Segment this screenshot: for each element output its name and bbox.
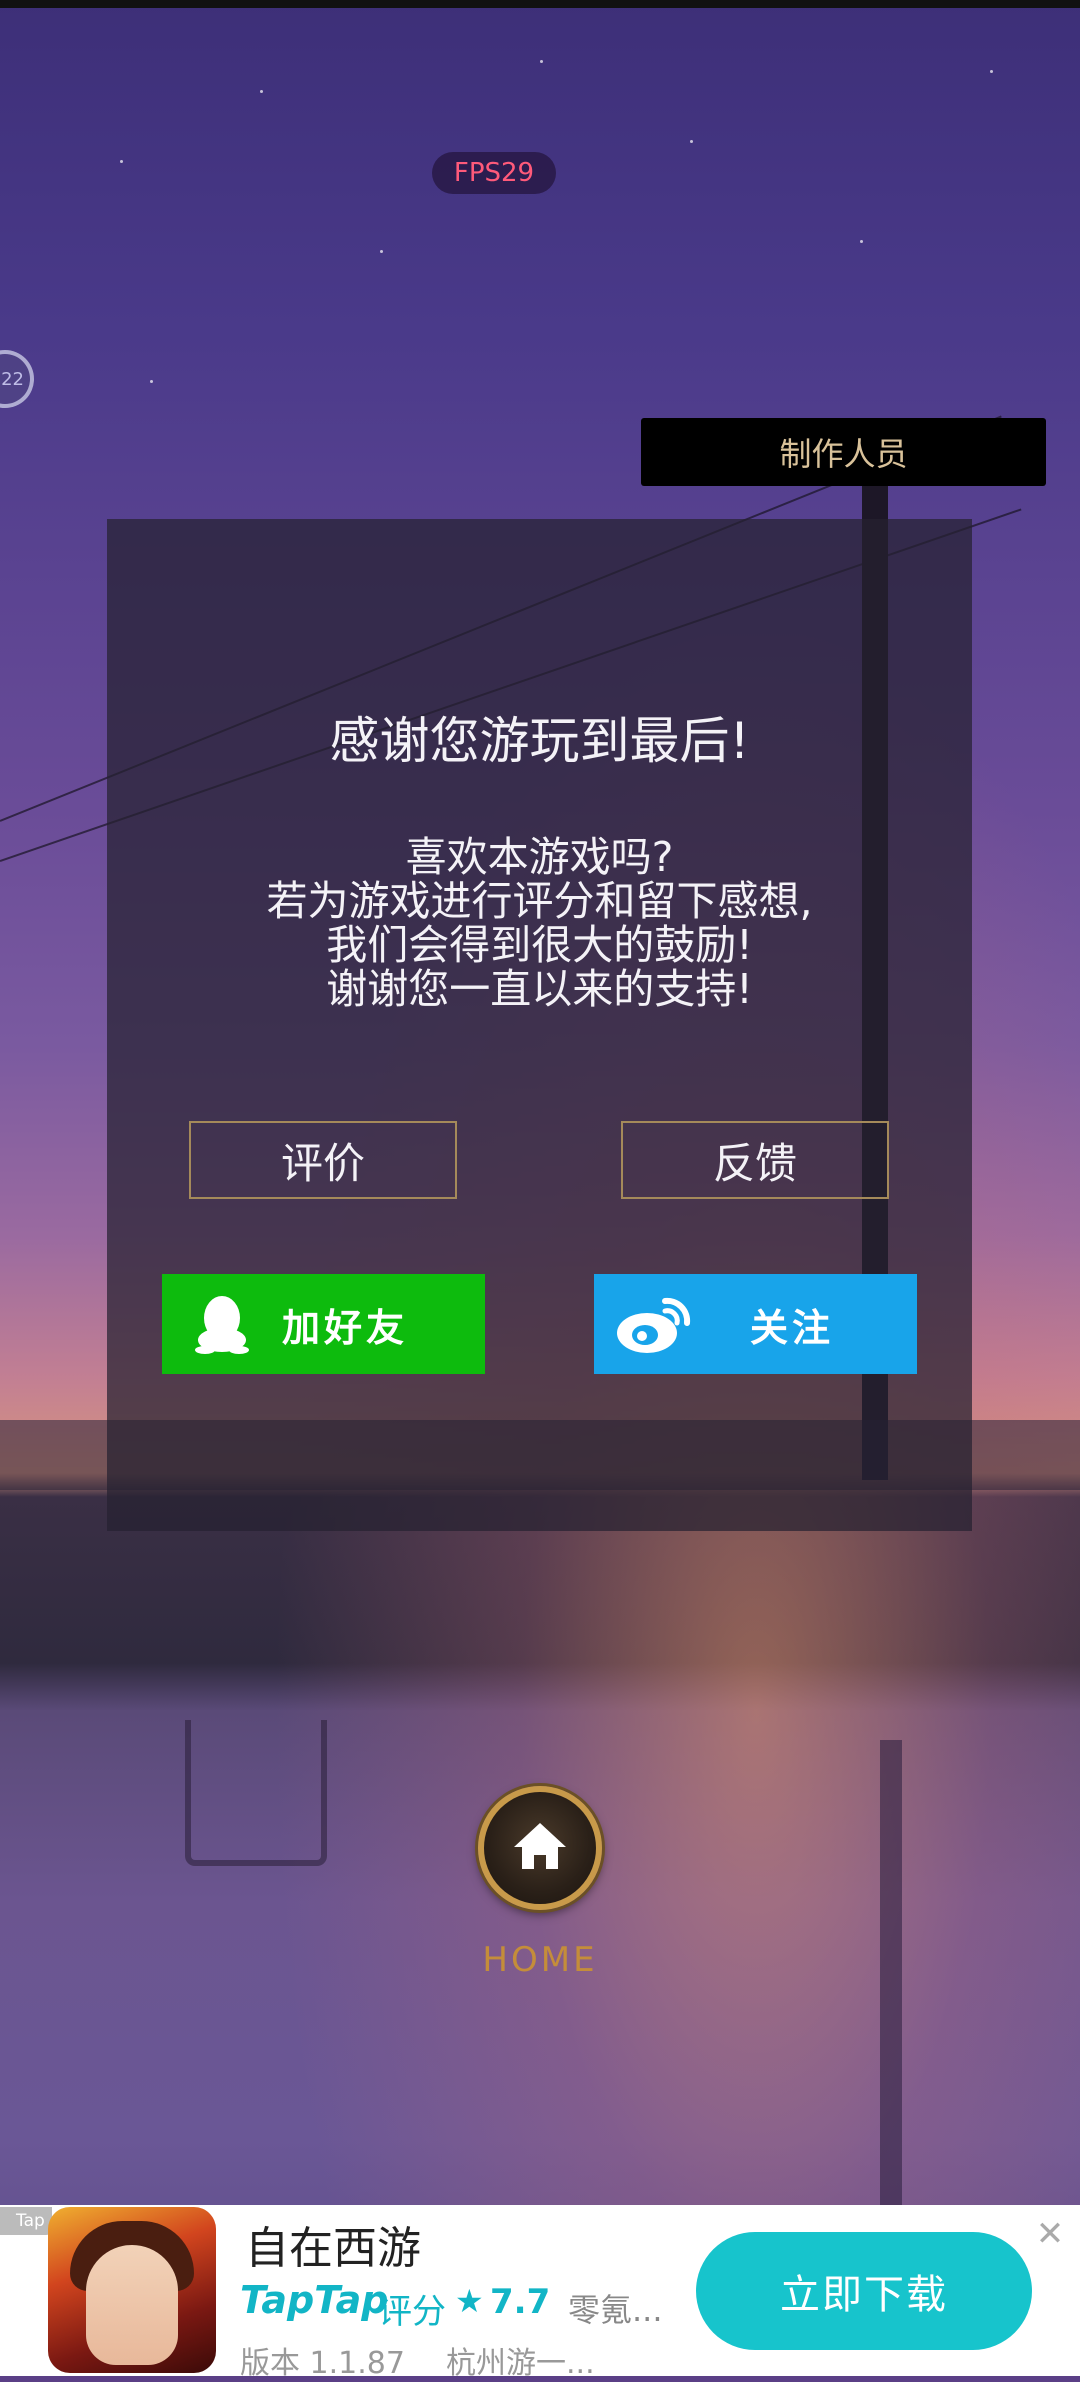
ad-tag: Tap [0,2207,52,2235]
message-line: 我们会得到很大的鼓励! [326,921,753,969]
dialog-title: 感谢您游玩到最后! [329,712,750,770]
add-friend-label: 加好友 [282,1305,409,1350]
rate-button[interactable]: 评价 [189,1121,457,1199]
taptap-logo: TapTap [240,2278,389,2322]
house-icon [510,1819,570,1877]
download-now-button[interactable]: 立即下载 [696,2232,1032,2350]
message-line: 谢谢您一直以来的支持! [326,965,753,1013]
status-bar [0,0,1080,8]
fps-counter: FPS29 [432,152,556,194]
thanks-dialog: 感谢您游玩到最后! 喜欢本游戏吗? 若为游戏进行评分和留下感想, 我们会得到很大… [107,519,972,1531]
ad-version: 版本 1.1.87 [240,2346,405,2381]
message-line: 若为游戏进行评分和留下感想, [266,877,813,925]
ad-score-label: 评分 [378,2292,446,2332]
home-label: HOME [482,1940,598,1980]
swing-reflection [185,1720,327,1866]
ad-score: 7.7 [490,2282,551,2322]
ad-app-icon[interactable] [48,2207,216,2373]
feedback-button[interactable]: 反馈 [621,1121,889,1199]
weibo-icon [594,1293,714,1355]
message-line: 喜欢本游戏吗? [405,833,674,881]
follow-label: 关注 [750,1305,835,1350]
home-button[interactable] [478,1786,602,1910]
ad-developer: 杭州游一... [446,2346,595,2381]
qq-add-friend-button[interactable]: 加好友 [162,1274,485,1374]
ad-description: 零氪... [568,2291,663,2329]
dialog-message: 喜欢本游戏吗? 若为游戏进行评分和留下感想, 我们会得到很大的鼓励! 谢谢您一直… [107,835,972,1011]
qq-penguin-icon [162,1292,282,1356]
credits-button[interactable]: 制作人员 [641,418,1046,486]
close-icon[interactable]: ✕ [1030,2214,1070,2254]
star-icon: ★ [455,2282,484,2320]
weibo-follow-button[interactable]: 关注 [594,1274,917,1374]
ad-app-title[interactable]: 自在西游 [245,2212,421,2276]
